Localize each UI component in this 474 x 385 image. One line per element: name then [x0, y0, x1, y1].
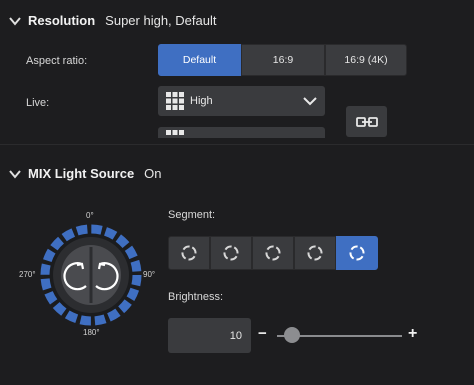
live-quality-value: High: [190, 95, 213, 107]
segment-button-4[interactable]: [294, 236, 336, 270]
live-quality-dropdown[interactable]: High: [158, 86, 325, 116]
chevron-down-icon: [303, 97, 317, 106]
grid-quality-icon: [166, 92, 184, 110]
mix-light-header[interactable]: MIX Light Source On: [8, 166, 162, 181]
aspect-ratio-selector: Default 16:9 16:9 (4K): [158, 44, 407, 76]
aspect-option-default[interactable]: Default: [158, 44, 241, 76]
ring-label-90: 90°: [143, 270, 156, 279]
light-ring-graphic: [40, 224, 142, 326]
segment-button-1[interactable]: [168, 236, 210, 270]
section-title-resolution: Resolution: [28, 13, 96, 28]
aspect-ratio-label: Aspect ratio:: [26, 55, 88, 67]
segment-ring-icon: [223, 245, 239, 261]
resolution-header[interactable]: Resolution Super high, Default: [8, 13, 216, 28]
chevron-down-icon: [9, 16, 21, 26]
ring-label-270: 270°: [19, 270, 36, 279]
link-icon: [355, 116, 378, 127]
segment-label: Segment:: [168, 209, 216, 221]
brightness-decrease[interactable]: −: [258, 325, 267, 342]
segment-ring-icon: [349, 245, 365, 261]
section-divider: [0, 144, 474, 145]
segment-ring-icon: [181, 245, 197, 261]
segment-button-2[interactable]: [210, 236, 252, 270]
mix-light-status: On: [144, 166, 162, 181]
brightness-input[interactable]: 10: [168, 318, 251, 353]
brightness-increase[interactable]: +: [408, 325, 417, 343]
ring-label-180: 180°: [83, 328, 100, 337]
segment-button-5[interactable]: [336, 236, 378, 270]
chevron-down-icon: [9, 169, 21, 179]
brightness-slider-thumb[interactable]: [284, 327, 300, 343]
segment-selector: [168, 236, 378, 270]
grid-quality-icon: [166, 130, 184, 135]
segment-ring-icon: [265, 245, 281, 261]
ring-label-0: 0°: [86, 211, 94, 220]
light-ring-dial[interactable]: [38, 222, 144, 328]
segment-ring-icon: [307, 245, 323, 261]
live-label: Live:: [26, 97, 50, 109]
section-title-mix-light: MIX Light Source: [28, 166, 135, 181]
resolution-summary: Super high, Default: [105, 13, 217, 28]
aspect-option-16-9[interactable]: 16:9: [241, 44, 325, 76]
link-button[interactable]: [346, 106, 387, 137]
secondary-quality-dropdown[interactable]: [158, 127, 325, 138]
brightness-label: Brightness:: [168, 291, 224, 303]
segment-button-3[interactable]: [252, 236, 294, 270]
aspect-option-16-9-4k[interactable]: 16:9 (4K): [325, 44, 407, 76]
